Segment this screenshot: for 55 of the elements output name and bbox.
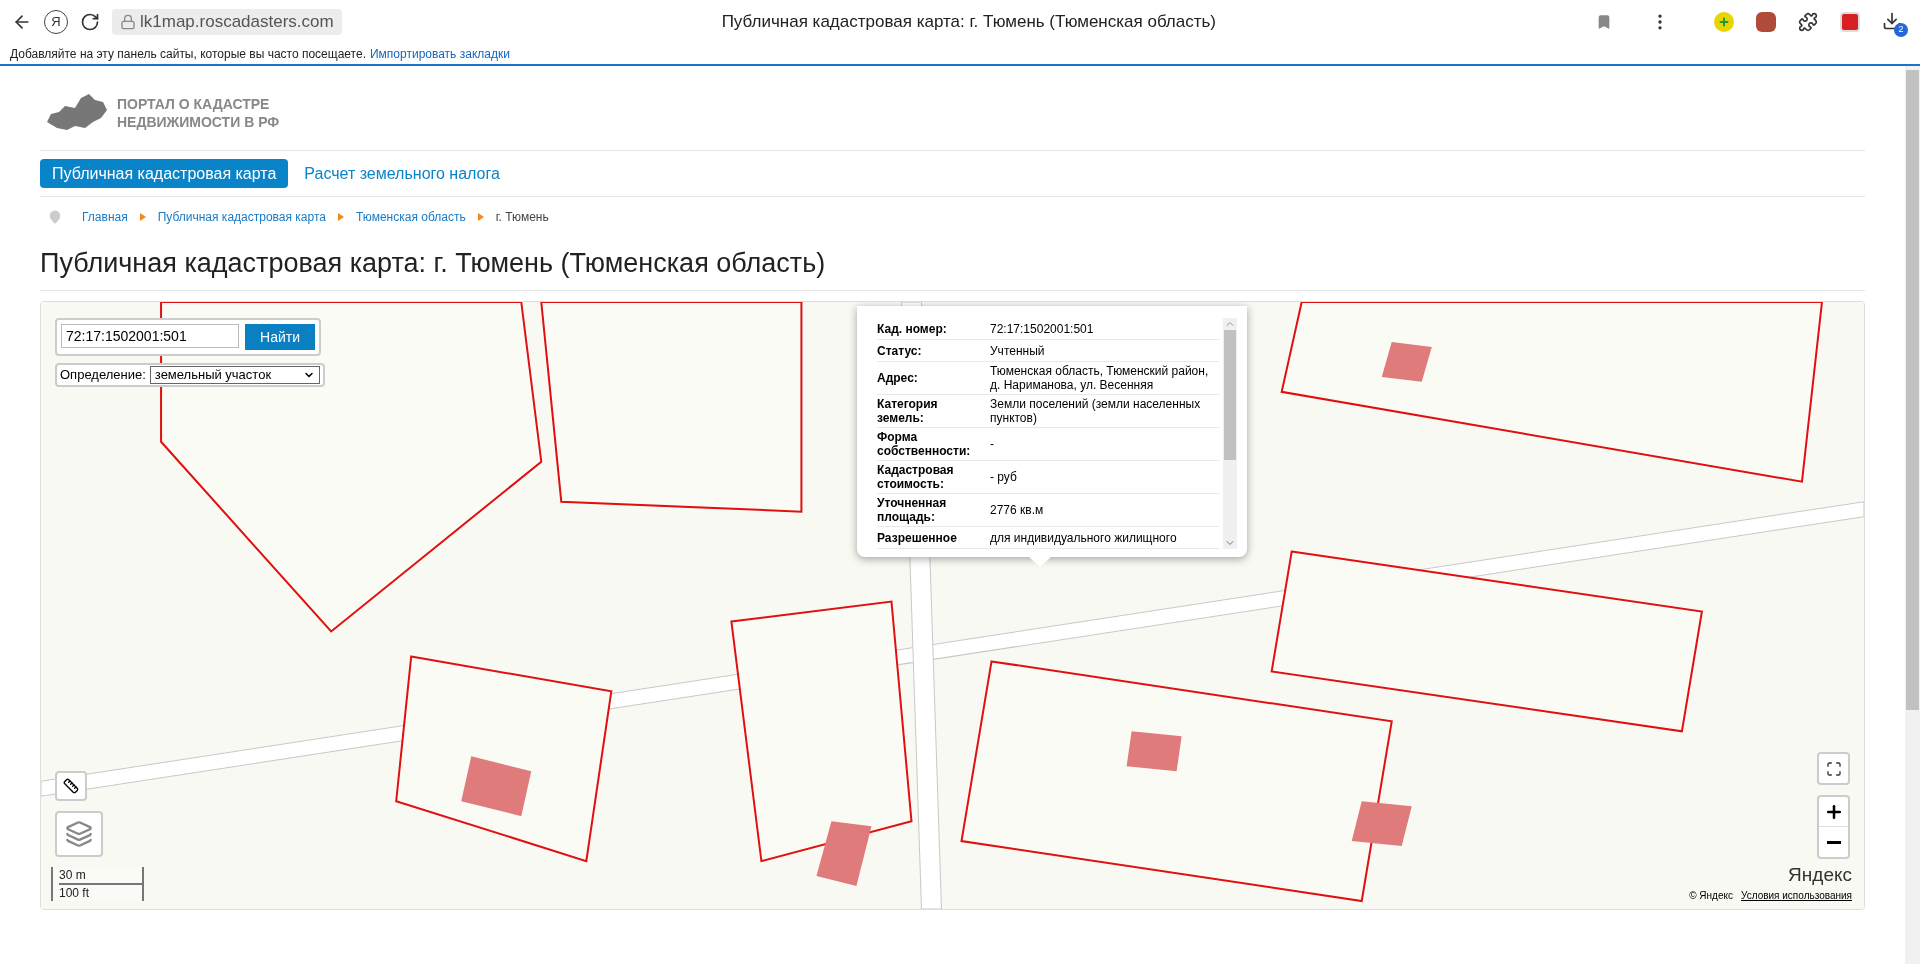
property-label: Уточненная площадь: — [877, 496, 948, 524]
property-value: Земли поселений (земли населенных пунктов) — [990, 397, 1202, 425]
property-value: - руб — [990, 470, 1018, 484]
property-value: 72:17:1502001:501 — [990, 321, 1095, 336]
breadcrumb-link[interactable]: Тюменская область — [355, 208, 466, 226]
property-label: Статус: — [877, 343, 923, 358]
location-pin-icon — [48, 210, 62, 224]
search-button[interactable]: Найти — [245, 324, 315, 350]
fullscreen-icon — [1825, 760, 1842, 777]
downloads-badge: 2 — [1894, 23, 1908, 37]
bookmark-icon[interactable] — [1596, 14, 1612, 30]
address-bar[interactable]: lk1map.roscadasters.com — [112, 9, 342, 35]
extension-icon[interactable] — [1798, 12, 1818, 32]
breadcrumb-arrow-icon — [337, 213, 344, 221]
layers-button[interactable] — [55, 811, 103, 857]
property-label: Адрес: — [877, 371, 919, 385]
property-value: 2776 кв.м — [990, 503, 1045, 517]
breadcrumb-link[interactable]: Главная — [82, 208, 128, 226]
layers-icon — [65, 820, 93, 848]
property-value: для индивидуального жилищного — [990, 530, 1178, 545]
mode-select[interactable]: земельный участок — [149, 365, 320, 384]
minus-icon — [1826, 840, 1841, 844]
copyright-text: © Яндекс — [1689, 889, 1733, 903]
import-bookmarks-link[interactable]: Импортировать закладки — [369, 45, 510, 63]
page-title: Публичная кадастровая карта: г. Тюмень (Тюменская область) — [721, 11, 1217, 34]
bookmarks-hint: Добавляйте на эту панель сайты, которые вы часто посещаете. — [10, 46, 366, 63]
ruler-button[interactable] — [55, 771, 87, 801]
property-label: Кад. номер: — [877, 321, 948, 336]
breadcrumb-link[interactable]: Публичная кадастровая карта — [157, 208, 326, 226]
scale-label: 100 ft — [59, 885, 91, 901]
mode-label: Определение: — [60, 366, 146, 384]
logo-text: НЕДВИЖИМОСТИ В РФ — [117, 113, 280, 131]
extension-icon[interactable] — [1756, 12, 1776, 32]
property-value: Учтенный — [990, 343, 1046, 358]
fullscreen-button[interactable] — [1817, 752, 1850, 785]
nav-tab[interactable]: Расчет земельного налога — [300, 159, 504, 188]
terms-link[interactable]: Условия использования — [1741, 888, 1852, 903]
reload-icon[interactable] — [80, 12, 100, 32]
property-label: Кадастровая стоимость: — [877, 463, 955, 491]
ruler-icon — [63, 778, 79, 794]
scale-label: 30 m — [59, 867, 142, 885]
nav-tab[interactable]: Публичная кадастровая карта — [40, 159, 289, 188]
property-value: - — [990, 437, 995, 451]
breadcrumb-arrow-icon — [139, 213, 146, 221]
logo-text: ПОРТАЛ О КАДАСТРЕ — [117, 95, 271, 113]
page-heading: Публичная кадастровая карта: г. Тюмень (Тюменская область) — [40, 247, 826, 281]
lock-icon — [120, 14, 136, 30]
cadastral-number-field[interactable]: 72:17:1502001:501 — [61, 324, 239, 348]
property-value: Тюменская область, Тюменский район, д. Нариманова, ул. Весенняя — [990, 364, 1210, 392]
yandex-logo: Яндекс — [1788, 865, 1852, 885]
property-label: Категория земель: — [877, 397, 939, 425]
breadcrumb-arrow-icon — [477, 213, 484, 221]
property-label: Форма собственности: — [877, 430, 972, 458]
breadcrumb-current: г. Тюмень — [495, 209, 549, 226]
property-label: Разрешенное — [877, 530, 958, 545]
